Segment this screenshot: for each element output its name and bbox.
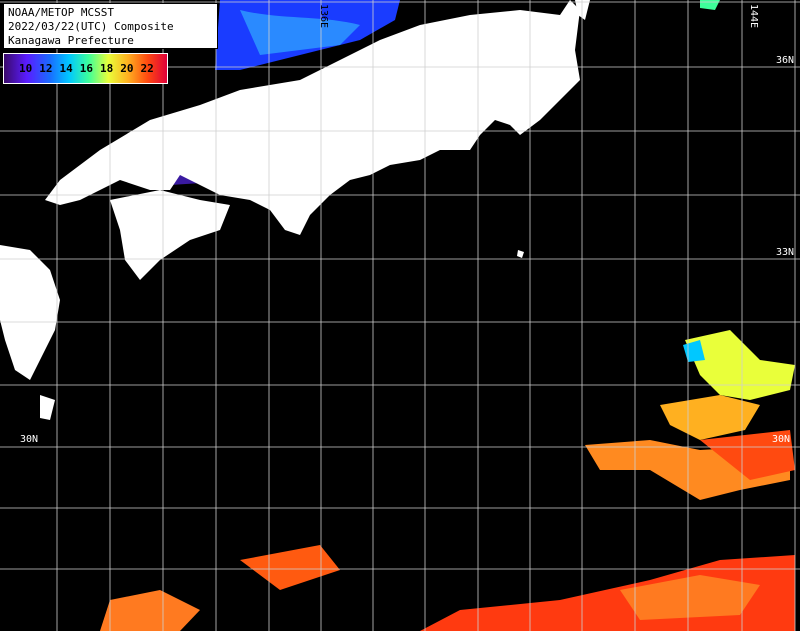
lat-label-30n-left: 30N [20, 434, 39, 445]
sst-map [0, 0, 800, 631]
lon-label-136e: 136E [318, 4, 329, 29]
legend-labels: 10 12 14 16 18 20 22 [19, 62, 154, 75]
legend-label: 18 [100, 62, 114, 75]
legend-label: 14 [59, 62, 73, 75]
legend-label: 20 [120, 62, 134, 75]
legend-label: 10 [19, 62, 33, 75]
lon-label-144e: 144E [748, 4, 759, 29]
title-line-3: Kanagawa Prefecture [8, 34, 134, 47]
legend-label: 16 [79, 62, 93, 75]
title-box: NOAA/METOP MCSST 2022/03/22(UTC) Composi… [3, 3, 218, 49]
lat-label-30n-right: 30N [772, 434, 791, 445]
legend-label: 22 [140, 62, 154, 75]
title-line-2: 2022/03/22(UTC) Composite [8, 20, 174, 33]
lat-label-36n: 36N [776, 55, 795, 66]
legend-label: 12 [39, 62, 53, 75]
title-line-1: NOAA/METOP MCSST [8, 6, 114, 19]
lat-label-33n: 33N [776, 247, 795, 258]
temperature-legend: 10 12 14 16 18 20 22 [3, 53, 168, 84]
